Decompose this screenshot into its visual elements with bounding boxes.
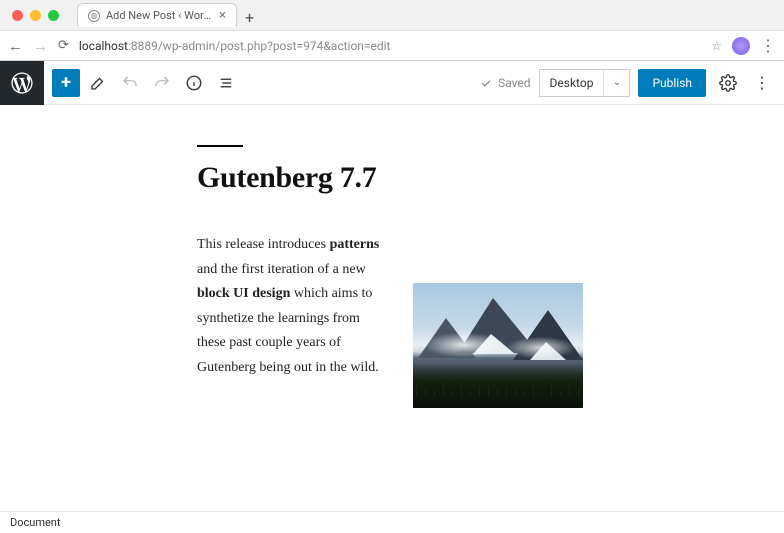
back-button[interactable]: ← bbox=[8, 37, 23, 55]
wordpress-logo[interactable] bbox=[0, 61, 44, 105]
window-close-button[interactable] bbox=[12, 10, 23, 21]
redo-button[interactable] bbox=[148, 69, 176, 97]
breadcrumb[interactable]: Document bbox=[10, 516, 60, 529]
window-maximize-button[interactable] bbox=[48, 10, 59, 21]
forward-button[interactable]: → bbox=[33, 37, 48, 55]
columns-block: This release introduces patterns and the… bbox=[197, 233, 617, 408]
url-field[interactable]: localhost:8889/wp-admin/post.php?post=97… bbox=[79, 39, 701, 53]
preview-select[interactable]: Desktop ⌄ bbox=[539, 69, 631, 97]
bookmark-icon[interactable]: ☆ bbox=[711, 39, 722, 53]
tab-bar: ◍ Add New Post ‹ WordPress D… × + bbox=[0, 0, 784, 30]
browser-chrome: ◍ Add New Post ‹ WordPress D… × + ← → ⟳ … bbox=[0, 0, 784, 61]
breadcrumb-bar: Document bbox=[0, 511, 784, 533]
editor-toolbar: + Saved Desktop ⌄ Publish ⋮ bbox=[0, 61, 784, 105]
post-content: Gutenberg 7.7 This release introduces pa… bbox=[197, 145, 617, 408]
info-button[interactable] bbox=[180, 69, 208, 97]
url-host: localhost bbox=[79, 39, 128, 53]
profile-avatar[interactable] bbox=[732, 37, 750, 55]
window-minimize-button[interactable] bbox=[30, 10, 41, 21]
new-tab-button[interactable]: + bbox=[237, 8, 262, 27]
edit-mode-button[interactable] bbox=[84, 69, 112, 97]
more-menu-button[interactable]: ⋮ bbox=[750, 73, 774, 92]
browser-tab[interactable]: ◍ Add New Post ‹ WordPress D… × bbox=[77, 3, 237, 27]
editor-canvas[interactable]: Gutenberg 7.7 This release introduces pa… bbox=[0, 105, 784, 512]
save-status: Saved bbox=[479, 76, 530, 90]
save-status-label: Saved bbox=[498, 76, 530, 90]
add-block-button[interactable]: + bbox=[52, 69, 80, 97]
chevron-down-icon: ⌄ bbox=[603, 70, 629, 96]
image-block[interactable] bbox=[413, 283, 583, 408]
title-divider bbox=[197, 145, 243, 147]
publish-button[interactable]: Publish bbox=[638, 69, 706, 97]
mountain-image bbox=[413, 283, 583, 408]
tab-title: Add New Post ‹ WordPress D… bbox=[106, 9, 213, 22]
browser-menu-icon[interactable]: ⋮ bbox=[760, 36, 776, 55]
paragraph-block[interactable]: This release introduces patterns and the… bbox=[197, 233, 387, 380]
undo-button[interactable] bbox=[116, 69, 144, 97]
settings-button[interactable] bbox=[714, 69, 742, 97]
close-icon[interactable]: × bbox=[219, 9, 226, 22]
globe-icon: ◍ bbox=[88, 10, 100, 22]
preview-select-label: Desktop bbox=[540, 76, 604, 90]
post-title[interactable]: Gutenberg 7.7 bbox=[197, 161, 617, 195]
url-path: :8889/wp-admin/post.php?post=974&action=… bbox=[128, 39, 391, 53]
reload-button[interactable]: ⟳ bbox=[58, 38, 69, 53]
address-bar: ← → ⟳ localhost:8889/wp-admin/post.php?p… bbox=[0, 30, 784, 60]
window-controls bbox=[8, 10, 59, 21]
outline-button[interactable] bbox=[212, 69, 240, 97]
